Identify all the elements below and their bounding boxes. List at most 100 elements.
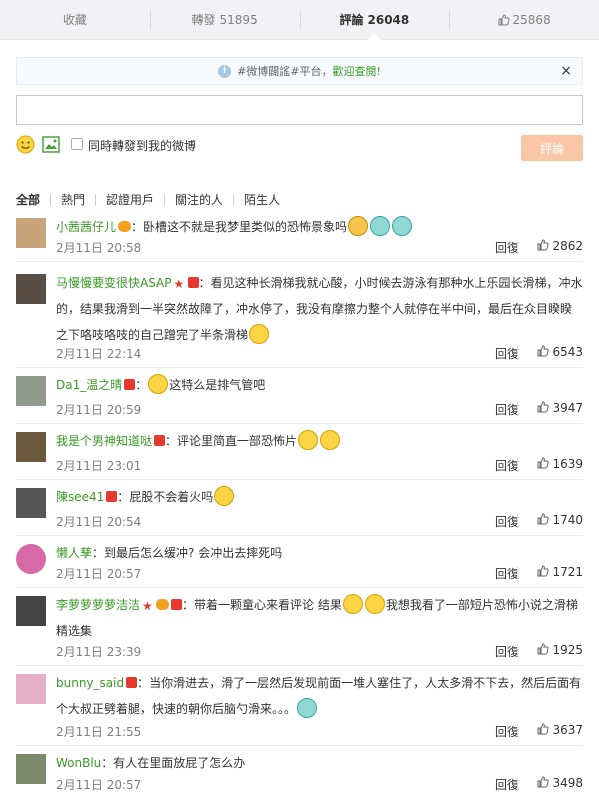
like-button[interactable]: 3498 [517,776,583,791]
avatar[interactable] [16,376,46,406]
comment-username[interactable]: bunny_said [56,676,124,690]
thumbs-up-icon [537,776,550,788]
thumbs-up-icon [537,513,550,525]
smile-emoji-icon [148,374,169,394]
cat-emoji-icon [214,486,235,506]
shocked-emoji-icon [348,216,369,236]
reply-button[interactable]: 回復 [495,643,519,660]
composer-toolbar: 同時轉發到我的微博 評論 [16,134,583,162]
thumbs-up-icon [537,723,550,735]
reply-button[interactable]: 回復 [495,345,519,362]
like-button[interactable]: 1925 [517,643,583,658]
avatar[interactable] [16,488,46,518]
tab-like[interactable]: 25868 [449,0,599,39]
notice-text: #微博闢謠#平台， [237,65,333,78]
comment-time: 2月11日 23:39 [56,645,142,659]
comment-text: ：带着一颗童心来看评论 结果 [182,598,342,612]
thumbs-up-icon [537,457,550,469]
comment-username[interactable]: 我是个男神知道哒 [56,434,152,448]
comment-username[interactable]: 马慢慢要变很快ASAP [56,276,172,290]
avatar[interactable] [16,754,46,784]
comment-username[interactable]: 李萝萝萝萝洁洁 [56,598,140,612]
filter-strangers[interactable]: 陌生人 [233,194,290,206]
filter-all[interactable]: 全部 [16,194,50,206]
info-icon: i [218,64,232,78]
thinking-emoji-icon [298,430,319,450]
avatar[interactable] [16,596,46,626]
star-badge-icon: ★ [173,277,185,291]
red-envelope-icon [106,491,118,502]
red-envelope-icon [126,677,138,688]
comment-time: 2月11日 20:59 [56,403,142,417]
comment-item: 李萝萝萝萝洁洁 ★ ：带着一颗童心来看评论 结果 我想我看了一部短片恐怖小说之滑梯精选… [16,592,583,666]
filter-following[interactable]: 關注的人 [164,194,233,206]
like-count: 3498 [552,776,583,790]
comment-username[interactable]: 懒人孳 [56,546,92,560]
like-count: 1721 [552,565,583,579]
comment-filter: 全部 熱門 認證用戶 關注的人 陌生人 [16,192,290,208]
like-count: 6543 [552,345,583,359]
like-button[interactable]: 3637 [517,723,583,738]
red-envelope-icon [154,435,166,446]
repost-checkbox[interactable] [71,138,83,150]
reply-button[interactable]: 回復 [495,457,519,474]
repost-label: 同時轉發到我的微博 [88,139,197,153]
comment-time: 2月11日 23:01 [56,459,142,473]
reply-button[interactable]: 回復 [495,776,519,793]
comment-time: 2月11日 21:55 [56,725,142,739]
thinking-emoji-icon [342,594,363,614]
action-tabs: 收藏 轉發 51895 評論 26048 25868 [0,0,599,40]
red-envelope-icon [124,379,136,390]
comment-text: ：卧槽这不就是我梦里类似的恐怖景象吗 [131,220,348,234]
like-button[interactable]: 1740 [517,513,583,528]
notice-link[interactable]: 歡迎查閱! [333,63,381,79]
comment-item: 陳see41 ：屁股不会着火吗 2月11日 20:54 回復 1740 [16,484,583,536]
avatar[interactable] [16,544,46,574]
like-button[interactable]: 3947 [517,401,583,416]
like-button[interactable]: 1639 [517,457,583,472]
tab-comment-label: 評論 [339,13,364,27]
comment-time: 2月11日 20:58 [56,241,142,255]
comment-username[interactable]: 小茜茜仔儿 [56,220,116,234]
tab-repost-label: 轉發 [191,13,216,27]
reply-button[interactable]: 回復 [495,513,519,530]
thumbs-up-icon [537,401,550,413]
reply-button[interactable]: 回復 [495,401,519,418]
comment-item: WonBlu：有人在里面放屁了怎么办 2月11日 20:57 回復 3498 [16,750,583,798]
tab-comment-count: 26048 [367,12,410,27]
tab-favorite[interactable]: 收藏 [0,0,150,39]
comment-username[interactable]: WonBlu [56,756,101,770]
like-button[interactable]: 2862 [517,239,583,254]
star-badge-icon: ★ [142,599,153,613]
avatar[interactable] [16,218,46,248]
comment-text: ：屁股不会着火吗 [117,490,214,504]
avatar[interactable] [16,274,46,304]
reply-button[interactable]: 回復 [495,565,519,582]
comment-username[interactable]: Da1_温之晴 [56,378,122,392]
filter-verified[interactable]: 認證用戶 [95,194,164,206]
reply-button[interactable]: 回復 [495,239,519,256]
red-envelope-icon [171,599,183,610]
smiley-icon[interactable] [16,135,35,154]
comment-item: 懒人孳：到最后怎么缓冲? 会冲出去摔死吗 2月11日 20:57 回復 1721 [16,540,583,588]
avatar[interactable] [16,432,46,462]
image-icon[interactable] [42,136,60,153]
scared-emoji-icon [297,698,318,718]
like-button[interactable]: 6543 [517,345,583,360]
avatar[interactable] [16,674,46,704]
tab-repost[interactable]: 轉發 51895 [149,0,300,39]
comment-username[interactable]: 陳see41 [56,490,104,504]
comment-text: ：有人在里面放屁了怎么办 [101,756,246,770]
submit-comment-button[interactable]: 評論 [521,135,583,161]
thumbs-up-icon [498,13,510,25]
reply-button[interactable]: 回復 [495,723,519,740]
thinking-emoji-icon [364,594,385,614]
comment-text: ：评论里简直一部恐怖片 [165,434,298,448]
tab-comment[interactable]: 評論 26048 [299,0,450,40]
close-icon[interactable]: × [560,63,572,79]
filter-hot[interactable]: 熱門 [50,194,95,206]
tab-like-count: 25868 [512,12,551,27]
comment-input[interactable] [16,95,583,125]
like-count: 3637 [552,723,583,737]
like-button[interactable]: 1721 [517,565,583,580]
